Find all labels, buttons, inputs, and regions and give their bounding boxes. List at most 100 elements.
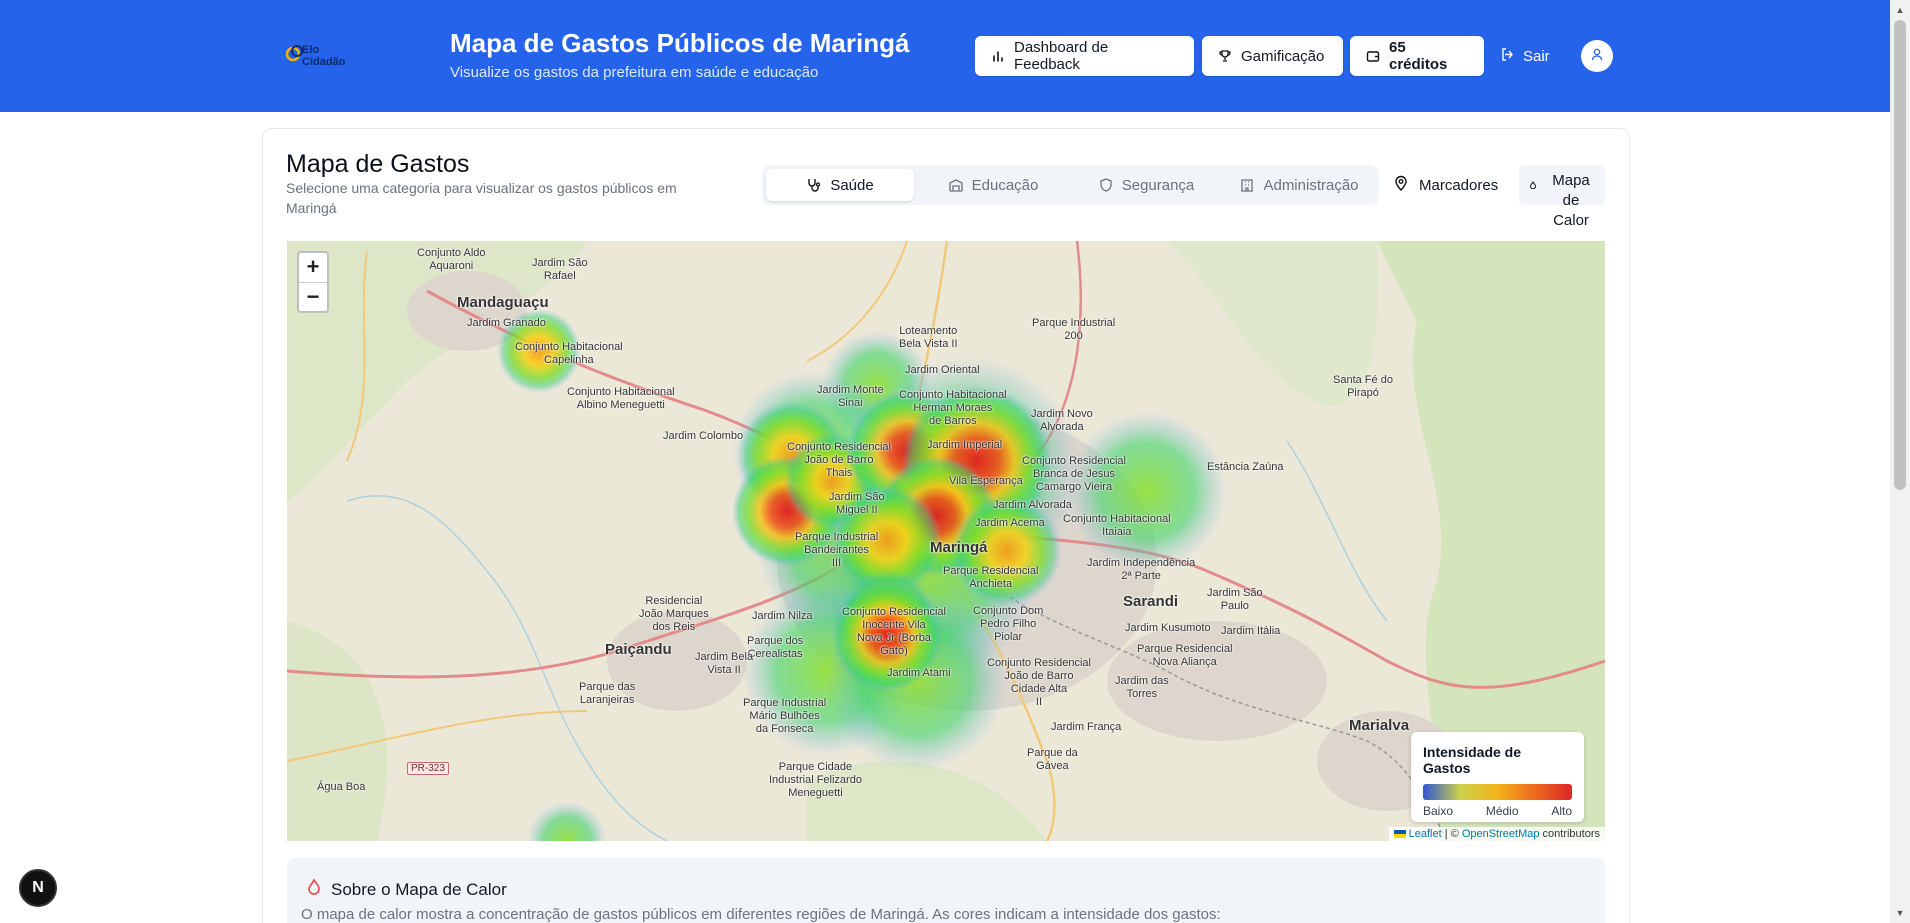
dashboard-feedback-button[interactable]: Dashboard de Feedback [975,36,1194,76]
wallet-icon [1366,49,1380,63]
place-label: Parque Cidade Industrial Felizardo Meneg… [769,761,862,799]
user-avatar-button[interactable] [1581,40,1613,72]
user-icon [1590,47,1604,66]
place-label: Vila Esperança [949,475,1023,487]
gamificacao-label: Gamificação [1241,47,1325,65]
trophy-icon [1218,49,1232,63]
flame-icon [305,878,323,901]
zoom-out-button[interactable]: − [299,282,327,311]
tab-administracao-label: Administração [1263,176,1359,194]
place-label: Jardim São Rafael [532,257,588,282]
place-label: Conjunto Habitacional Itaiaia [1063,513,1171,538]
place-label: Conjunto Residencial João de Barro Cidad… [987,657,1091,708]
place-label: Parque Residencial Anchieta [943,565,1039,590]
category-tabs: Saúde Educação Segurança Administração [762,165,1379,205]
tab-seguranca-label: Segurança [1121,176,1195,194]
leaflet-link[interactable]: Leaflet [1409,828,1442,840]
place-label: Jardim Imperial [927,439,1003,451]
place-label: Marialva [1349,717,1410,734]
place-label: Jardim Granado [467,317,546,329]
legend-low-label: Baixo [1423,804,1454,818]
place-label: Estância Zaúna [1207,461,1284,473]
logo-text-line2: Cidadão [302,56,346,68]
heatmap-map[interactable]: + − Conjunto Aldo Aquaroni Jardim São Ra… [287,241,1605,841]
place-label: Jardim Oriental [905,364,980,376]
map-attribution: Leaflet | © OpenStreetMap contributors [1388,827,1605,841]
ukraine-flag-icon [1393,830,1406,839]
flame-icon [1529,176,1537,194]
osm-link[interactable]: OpenStreetMap [1462,828,1540,840]
info-title: Sobre o Mapa de Calor [331,879,507,899]
place-label: Paiçandu [605,641,672,658]
place-label: Conjunto Habitacional Herman Moraes de B… [899,389,1007,427]
creditos-button[interactable]: 65 créditos [1350,36,1484,76]
place-label: Parque Industrial Mário Bulhões da Fonse… [743,697,827,735]
place-label: Jardim das Torres [1115,675,1169,700]
map-pin-icon [1393,175,1409,195]
elo-cidadao-logo[interactable]: Elo Cidadão [284,42,364,70]
place-label: Sarandi [1123,593,1179,610]
scroll-up-arrow-icon[interactable]: ▲ [1894,4,1906,16]
place-label: Residencial João Marques dos Reis [639,595,709,633]
attribution-separator: | © [1441,828,1462,840]
scroll-thumb[interactable] [1894,20,1906,490]
page-scrollbar[interactable]: ▲ ▼ [1890,0,1910,923]
place-label: Jardim Atami [887,667,951,679]
place-label: Parque Industrial 200 [1032,317,1116,342]
scroll-down-arrow-icon[interactable]: ▼ [1894,907,1906,919]
place-label: Jardim São Miguel II [829,491,885,516]
top-header: Elo Cidadão Mapa de Gastos Públicos de M… [0,0,1890,112]
place-label: Conjunto Habitacional Albino Meneguetti [567,386,675,411]
tab-educacao[interactable]: Educação [919,169,1067,201]
legend-mid-label: Médio [1485,804,1519,818]
place-label: Água Boa [317,781,366,793]
dashboard-feedback-label: Dashboard de Feedback [1014,39,1109,73]
tab-administracao[interactable]: Administração [1225,169,1373,201]
place-label: Jardim Nilza [752,610,813,622]
building-icon [1239,177,1255,193]
mapa-de-calor-toggle[interactable]: Mapa de Calor [1519,165,1605,229]
place-label: Jardim Kusumoto [1125,622,1211,634]
next-dev-badge[interactable]: N [19,869,57,907]
place-label: Jardim Independência 2ª Parte [1087,557,1196,582]
road-shield-pr323: PR-323 [407,762,449,775]
place-label: Parque dos Cerealistas [747,635,804,660]
place-label: Jardim Acema [975,517,1045,529]
place-label: Conjunto Dom Pedro Filho Piolar [973,605,1044,643]
place-label: Parque das Laranjeiras [579,681,636,706]
place-label: Conjunto Residencial Inocente Vila Nova … [842,606,946,657]
legend-title: Intensidade de Gastos [1423,744,1522,776]
place-label: Jardim Bela Vista II [695,651,754,676]
tab-seguranca[interactable]: Segurança [1072,169,1220,201]
place-label: Mandaguaçu [457,294,549,311]
place-label: Parque da Gávea [1027,747,1078,772]
gamificacao-button[interactable]: Gamificação [1202,36,1343,76]
app-subtitle: Visualize os gastos da prefeitura em saú… [450,64,819,81]
card-title: Mapa de Gastos [286,150,470,178]
marcadores-label: Marcadores [1419,176,1499,194]
zoom-in-button[interactable]: + [299,253,327,282]
place-label: Loteamento Bela Vista II [899,325,958,350]
place-label: Conjunto Habitacional Capelinha [515,341,623,366]
sair-label: Sair [1523,47,1550,65]
info-text: O mapa de calor mostra a concentração de… [301,906,1221,923]
place-label: Jardim França [1051,721,1122,733]
creditos-label: 65 créditos [1389,39,1448,73]
school-icon [948,177,964,193]
heatmap-legend: Intensidade de Gastos Baixo Médio Alto [1411,732,1584,822]
sair-button[interactable]: Sair [1500,36,1550,76]
place-label: Jardim Colombo [663,430,744,442]
legend-high-label: Alto [1551,804,1572,818]
zoom-controls: + − [297,251,329,313]
place-label: Jardim Novo Alvorada [1031,408,1093,433]
place-label: Parque Residencial Nova Aliança [1137,643,1233,668]
shield-icon [1098,177,1114,193]
place-label: Conjunto Residencial Branca de Jesus Cam… [1022,455,1126,493]
marcadores-toggle[interactable]: Marcadores [1393,165,1498,205]
logo-text-line1: Elo [302,44,320,56]
tab-saude[interactable]: Saúde [766,169,914,201]
place-label: Jardim Monte Sinai [817,384,884,409]
place-label: Maringá [930,539,988,556]
attribution-contributors: contributors [1539,828,1600,840]
legend-gradient-bar [1423,784,1572,800]
